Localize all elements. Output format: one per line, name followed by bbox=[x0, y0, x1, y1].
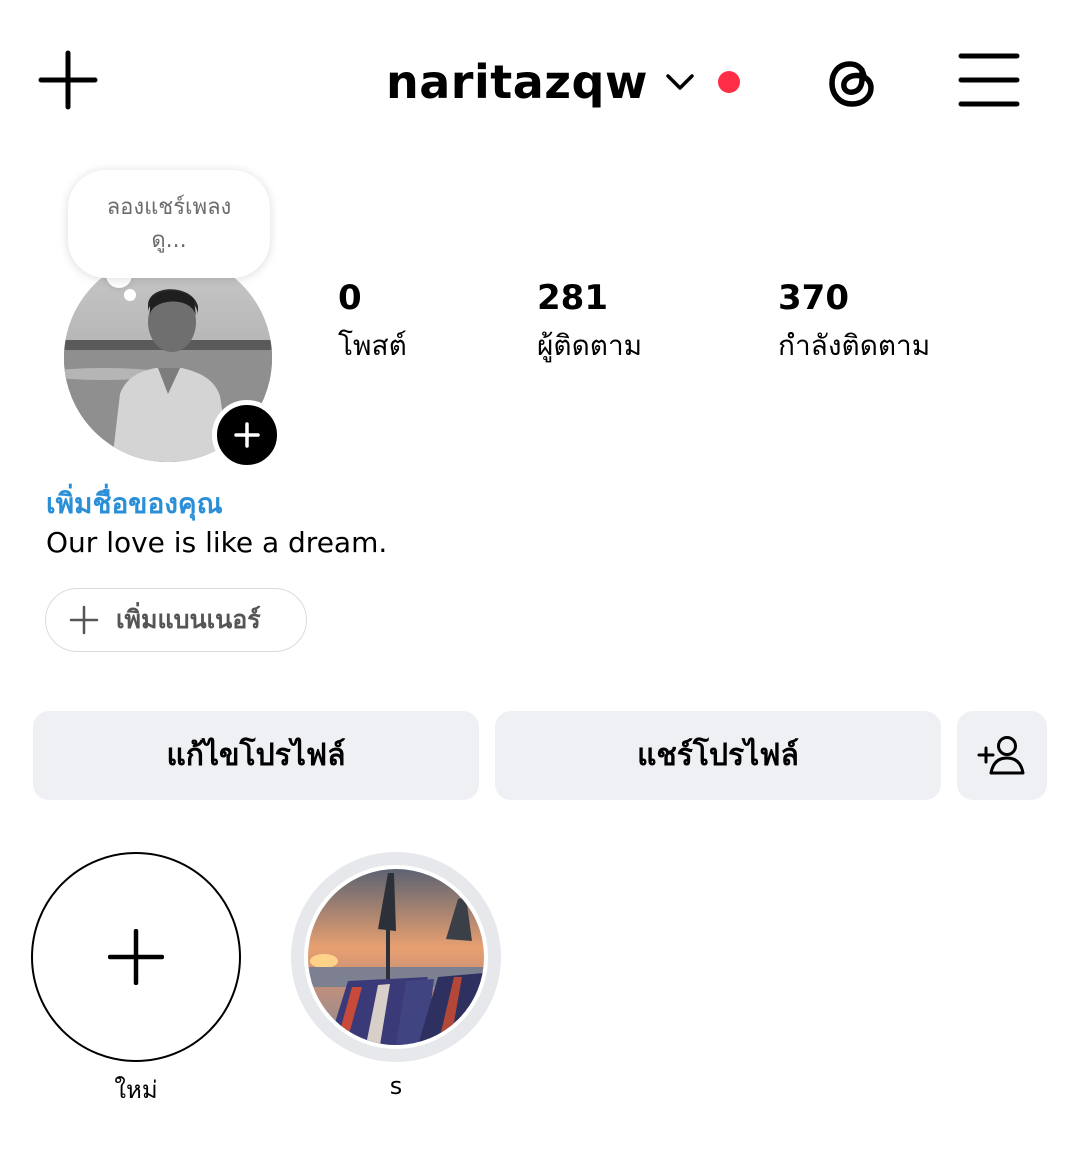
edit-profile-button[interactable]: แก้ไขโปรไฟล์ bbox=[33, 711, 479, 800]
chevron-down-icon bbox=[666, 74, 694, 90]
highlight-cover bbox=[304, 865, 488, 1049]
share-profile-label: แชร์โปรไฟล์ bbox=[637, 738, 799, 773]
note-bubble-tail-dot bbox=[124, 289, 136, 301]
add-banner-label: เพิ่มแบนเนอร์ bbox=[116, 605, 261, 634]
discover-people-button[interactable] bbox=[957, 711, 1047, 800]
followers-count: 281 bbox=[537, 278, 608, 318]
create-button[interactable] bbox=[38, 50, 98, 110]
account-switcher[interactable]: naritazqw bbox=[386, 50, 740, 114]
hamburger-menu-icon bbox=[958, 53, 1020, 107]
new-highlight-label: ใหม่ bbox=[114, 1076, 158, 1104]
add-story-button[interactable] bbox=[212, 400, 282, 470]
menu-button[interactable] bbox=[958, 50, 1020, 110]
posts-label: โพสต์ bbox=[338, 329, 407, 362]
following-label: กำลังติดตาม bbox=[778, 329, 931, 362]
plus-icon bbox=[38, 50, 98, 110]
following-count: 370 bbox=[778, 278, 849, 318]
bio-text: Our love is like a dream. bbox=[46, 526, 388, 559]
plus-icon bbox=[234, 422, 260, 448]
highlight-s-label: s bbox=[389, 1072, 403, 1100]
plus-icon bbox=[69, 605, 99, 635]
threads-icon bbox=[829, 61, 874, 107]
add-banner-button[interactable]: เพิ่มแบนเนอร์ bbox=[45, 588, 307, 652]
note-text-line1: ลองแชร์เพลง bbox=[106, 195, 232, 220]
note-bubble[interactable]: ลองแชร์เพลง ดู... bbox=[68, 170, 270, 278]
followers-label: ผู้ติดตาม bbox=[537, 329, 643, 362]
add-person-icon bbox=[977, 735, 1025, 774]
followers-stat[interactable]: 281 ผู้ติดตาม bbox=[537, 278, 642, 368]
posts-stat[interactable]: 0 โพสต์ bbox=[338, 278, 407, 368]
username: naritazqw bbox=[386, 55, 648, 109]
edit-profile-label: แก้ไขโปรไฟล์ bbox=[166, 738, 346, 773]
plus-icon bbox=[108, 929, 164, 985]
new-highlight-button[interactable] bbox=[31, 852, 241, 1062]
posts-count: 0 bbox=[338, 278, 362, 318]
notification-dot bbox=[717, 71, 740, 93]
note-text-line2: ดู... bbox=[151, 228, 187, 253]
highlight-s[interactable] bbox=[291, 852, 501, 1062]
threads-button[interactable] bbox=[822, 50, 882, 114]
share-profile-button[interactable]: แชร์โปรไฟล์ bbox=[495, 711, 941, 800]
following-stat[interactable]: 370 กำลังติดตาม bbox=[778, 278, 930, 368]
add-name-link[interactable]: เพิ่มชื่อของคุณ bbox=[46, 482, 223, 526]
highlight-cover-photo bbox=[308, 869, 484, 1045]
